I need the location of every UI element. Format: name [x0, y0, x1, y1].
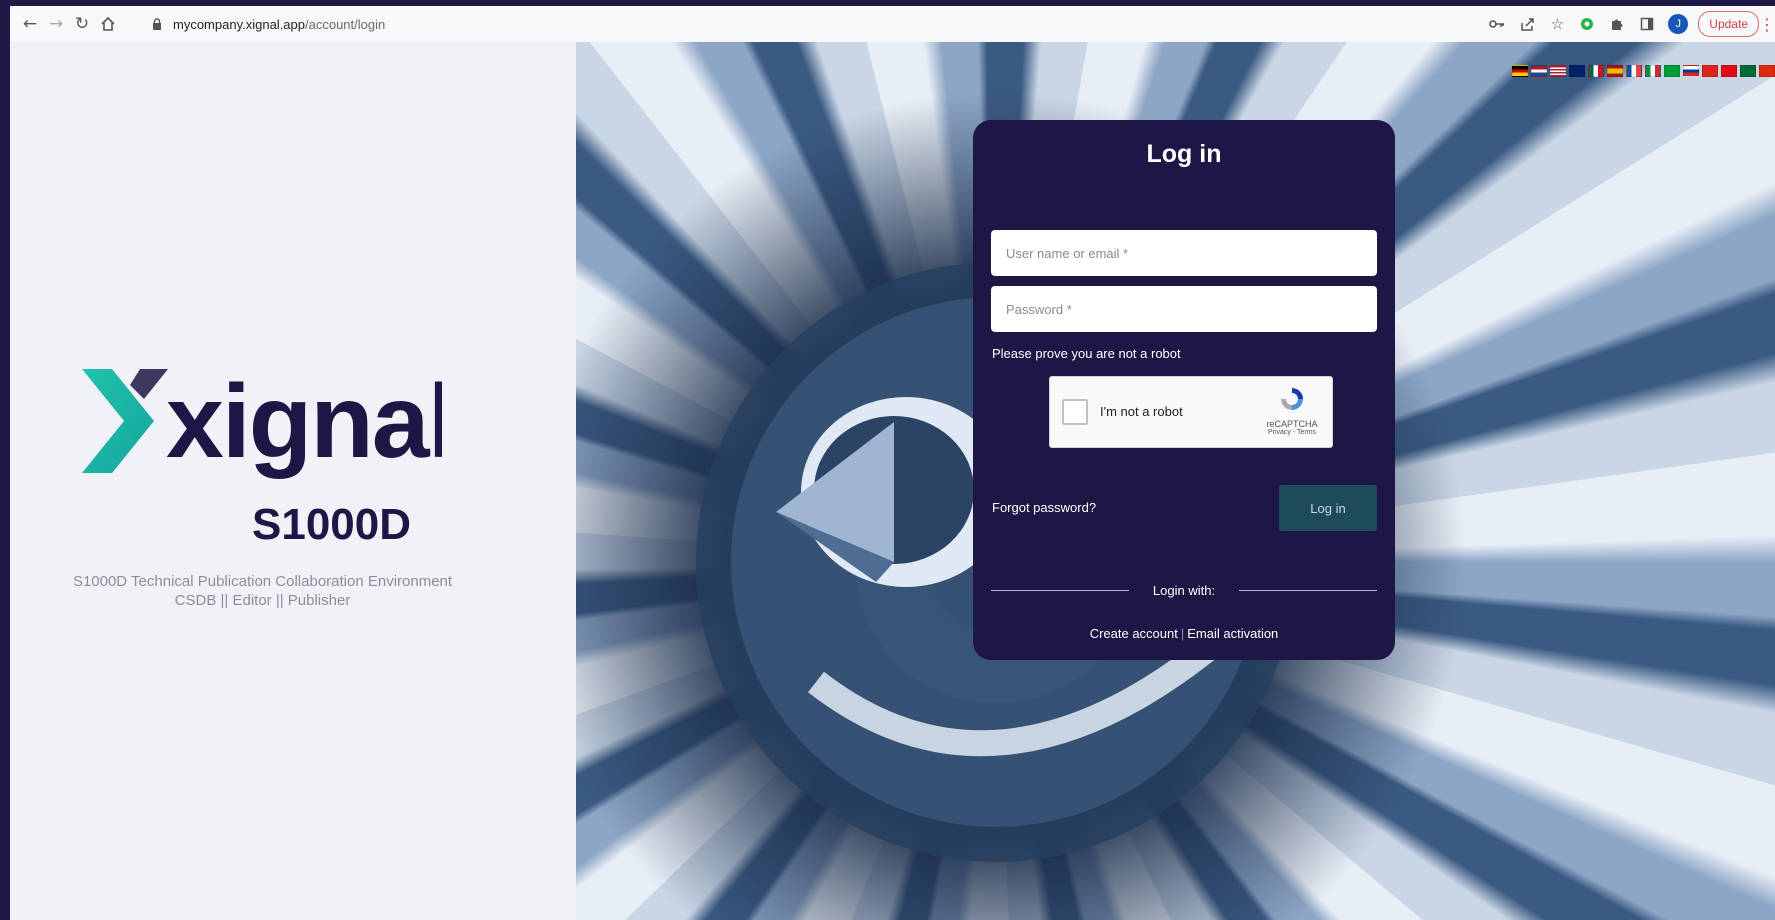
recaptcha-terms[interactable]: Privacy - Terms: [1262, 429, 1322, 436]
browser-toolbar: ← → ↻ mycompany.xignal.app/account/login…: [10, 6, 1775, 43]
divider-line-left: [991, 590, 1129, 591]
email-activation-link[interactable]: Email activation: [1187, 626, 1278, 641]
logo-wordmark: xignal: [166, 364, 442, 480]
flag-vn-icon[interactable]: [1702, 65, 1718, 77]
profile-avatar[interactable]: J: [1668, 14, 1689, 34]
kebab-menu-icon[interactable]: ⋮: [1759, 15, 1775, 34]
flag-us-icon[interactable]: [1550, 65, 1566, 77]
recaptcha-icon: [1281, 388, 1303, 410]
flag-cn-icon[interactable]: [1759, 65, 1775, 77]
password-input[interactable]: [991, 286, 1377, 332]
recaptcha-brand: reCAPTCHA: [1266, 419, 1318, 429]
flag-it-icon[interactable]: [1645, 65, 1661, 77]
link-separator: |: [1180, 626, 1185, 641]
logo-subtitle: S1000D: [252, 500, 411, 547]
url-host: mycompany.xignal.app: [173, 16, 305, 32]
recaptcha-checkbox[interactable]: [1062, 399, 1088, 425]
tagline-line-2: CSDB || Editor || Publisher: [174, 592, 351, 609]
robot-note: Please prove you are not a robot: [992, 346, 1181, 361]
back-arrow-icon[interactable]: ←: [18, 12, 42, 36]
recaptcha-widget: I'm not a robot reCAPTCHA Privacy - Term…: [1049, 376, 1333, 448]
flag-mx-icon[interactable]: [1588, 65, 1604, 77]
reload-icon[interactable]: ↻: [70, 12, 94, 36]
login-card: Log in Please prove you are not a robot …: [973, 120, 1395, 660]
star-icon[interactable]: ☆: [1542, 9, 1572, 39]
login-with-label: Login with:: [1152, 583, 1216, 598]
share-icon[interactable]: [1512, 9, 1542, 39]
flag-sa-icon[interactable]: [1740, 65, 1756, 77]
flag-de-icon[interactable]: [1512, 65, 1528, 77]
brand-panel: xignal S1000D S1000D Technical Publicati…: [10, 42, 576, 920]
login-button[interactable]: Log in: [1279, 485, 1377, 531]
xignal-logo: xignal S1000D: [82, 364, 442, 547]
address-bar[interactable]: mycompany.xignal.app/account/login: [147, 11, 1487, 37]
flag-br-icon[interactable]: [1664, 65, 1680, 77]
home-icon[interactable]: [96, 12, 120, 36]
flag-gb-icon[interactable]: [1569, 65, 1585, 77]
tagline-line-1: S1000D Technical Publication Collaborati…: [72, 573, 453, 590]
url-path: /account/login: [305, 16, 386, 32]
login-title: Log in: [1146, 140, 1222, 168]
account-links: Create account | Email activation: [973, 626, 1395, 641]
update-button[interactable]: Update: [1698, 11, 1759, 37]
forward-arrow-icon[interactable]: →: [44, 12, 68, 36]
divider-line-right: [1239, 590, 1377, 591]
username-input[interactable]: [991, 230, 1377, 276]
flag-es-icon[interactable]: [1607, 65, 1623, 77]
flag-nl-icon[interactable]: [1531, 65, 1547, 77]
key-icon[interactable]: [1482, 9, 1512, 39]
recaptcha-label: I'm not a robot: [1100, 404, 1183, 419]
extension-icon[interactable]: [1572, 9, 1602, 39]
create-account-link[interactable]: Create account: [1090, 626, 1178, 641]
lock-icon: [147, 18, 167, 30]
flag-fr-icon[interactable]: [1626, 65, 1642, 77]
browser-actions: ☆ J Update ⋮: [1482, 6, 1775, 42]
recaptcha-logo: reCAPTCHA Privacy - Terms: [1262, 385, 1322, 436]
puzzle-icon[interactable]: [1602, 9, 1632, 39]
language-selector: [1512, 65, 1775, 77]
forgot-password-link[interactable]: Forgot password?: [992, 500, 1096, 515]
flag-ru-icon[interactable]: [1683, 65, 1699, 77]
tagline: S1000D Technical Publication Collaborati…: [10, 572, 515, 610]
flag-tr-icon[interactable]: [1721, 65, 1737, 77]
side-panel-icon[interactable]: [1632, 9, 1662, 39]
login-with-divider: Login with:: [991, 583, 1377, 598]
